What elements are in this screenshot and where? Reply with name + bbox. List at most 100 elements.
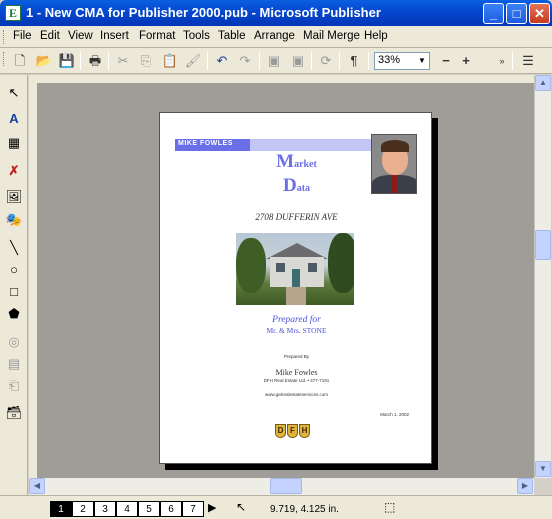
redo-icon[interactable]: ↷ xyxy=(235,51,255,71)
publisher-app-icon[interactable]: E xyxy=(5,5,21,21)
toolbar-separator xyxy=(108,52,109,70)
menu-file[interactable]: File xyxy=(13,30,32,42)
page-tab-6[interactable]: 6 xyxy=(160,501,182,517)
prepared-by-label[interactable]: Prepared By xyxy=(160,354,433,359)
photo-tree xyxy=(328,233,354,293)
page-tab-1[interactable]: 1 xyxy=(50,501,72,517)
menu-edit[interactable]: Edit xyxy=(40,30,60,42)
more-toolbar-icon[interactable]: ☰ xyxy=(518,51,538,71)
menu-view[interactable]: View xyxy=(68,30,93,42)
company-info[interactable]: DFH Real Estate Ltd. • 477-7191 xyxy=(160,378,433,383)
menu-mail-merge[interactable]: Mail Merge xyxy=(303,30,360,42)
agent-name[interactable]: Mike Fowles xyxy=(160,368,433,377)
table-frame-icon[interactable]: ▦ xyxy=(4,133,24,153)
zoom-in-button[interactable]: + xyxy=(456,51,476,71)
toolbar-separator xyxy=(512,52,513,70)
form-control-icon[interactable]: ▤ xyxy=(4,354,24,374)
wordart-icon[interactable]: ✗ xyxy=(4,161,24,181)
line-icon[interactable]: ╲ xyxy=(4,238,24,258)
open-icon[interactable]: 📂 xyxy=(34,51,54,71)
bring-front-icon[interactable]: ▣ xyxy=(264,51,284,71)
design-gallery-icon[interactable]: 🗃 xyxy=(4,403,24,423)
maximize-icon[interactable]: □ xyxy=(506,3,527,24)
custom-shape-icon[interactable]: ⬟ xyxy=(4,304,24,324)
toolbar-separator xyxy=(368,52,369,70)
position-readout: 9.719, 4.125 in. xyxy=(270,504,339,515)
toolbar-grip[interactable] xyxy=(3,52,6,66)
page-tab-3[interactable]: 3 xyxy=(94,501,116,517)
print-icon[interactable]: 🖶 xyxy=(85,51,105,71)
property-address[interactable]: 2708 DUFFERIN AVE xyxy=(160,212,433,222)
scroll-right-icon[interactable]: ▶ xyxy=(517,478,533,494)
page-tab-2[interactable]: 2 xyxy=(72,501,94,517)
copy-icon[interactable]: ⎘ xyxy=(136,51,156,71)
cut-icon[interactable]: ✂ xyxy=(113,51,133,71)
menu-insert[interactable]: Insert xyxy=(100,30,129,42)
clip-gallery-icon[interactable]: 🎭 xyxy=(4,210,24,230)
menu-grip[interactable] xyxy=(3,30,6,44)
title-data[interactable]: Data xyxy=(160,175,433,197)
close-icon[interactable]: ✕ xyxy=(529,3,550,24)
website[interactable]: www.getrealestateservices.com xyxy=(160,392,433,397)
text-frame-icon[interactable]: A xyxy=(4,109,24,129)
zoom-select[interactable]: 33% ▼ xyxy=(374,52,430,70)
hotspot-icon[interactable]: ◎ xyxy=(4,332,24,352)
banner-tail xyxy=(245,139,375,151)
pointer-position-icon: ↖ xyxy=(236,500,247,514)
scroll-up-icon[interactable]: ▲ xyxy=(535,75,551,91)
menu-help[interactable]: Help xyxy=(364,30,388,42)
horizontal-scrollbar[interactable]: ◀ ▶ xyxy=(29,478,534,495)
publication-page[interactable]: MIKE FOWLES Market Data 2708 DUFFERIN AV… xyxy=(159,112,432,464)
title-bar: E 1 - New CMA for Publisher 2000.pub - M… xyxy=(0,0,552,26)
paragraph-icon[interactable]: ¶ xyxy=(344,51,364,71)
photo-path xyxy=(286,287,306,305)
page-tab-4[interactable]: 4 xyxy=(116,501,138,517)
new-icon[interactable]: 🗋 xyxy=(10,51,30,71)
format-painter-icon[interactable]: 🖌 xyxy=(183,51,203,71)
zoom-value: 33% xyxy=(378,54,401,66)
photo-window xyxy=(308,263,317,272)
pointer-icon[interactable]: ↖ xyxy=(4,83,24,103)
menu-arrange[interactable]: Arrange xyxy=(254,30,295,42)
save-icon[interactable]: 💾 xyxy=(57,51,77,71)
menu-tools[interactable]: Tools xyxy=(183,30,210,42)
workspace[interactable]: MIKE FOWLES Market Data 2708 DUFFERIN AV… xyxy=(37,83,534,478)
page-tab-5[interactable]: 5 xyxy=(138,501,160,517)
document-date[interactable]: March 1, 2002 xyxy=(380,412,409,417)
picture-frame-icon[interactable]: 🖼 xyxy=(4,187,24,207)
minimize-icon[interactable]: _ xyxy=(483,3,504,24)
html-fragment-icon[interactable]: ⎗ xyxy=(4,376,24,396)
client-name[interactable]: Mr. & Mrs. STONE xyxy=(160,326,433,335)
rectangle-icon[interactable]: □ xyxy=(4,282,24,302)
title-market[interactable]: Market xyxy=(160,151,433,173)
vertical-scrollbar[interactable]: ▲ ▼ xyxy=(534,75,551,478)
window-title: 1 - New CMA for Publisher 2000.pub - Mic… xyxy=(26,5,381,20)
vertical-scroll-thumb[interactable] xyxy=(535,230,551,260)
logo-letter: D xyxy=(275,424,286,438)
object-size-icon: ⬚ xyxy=(384,500,396,514)
page-tab-7[interactable]: 7 xyxy=(182,501,204,517)
toolbar-options-icon[interactable]: » xyxy=(492,51,512,71)
menu-table[interactable]: Table xyxy=(218,30,246,42)
rotate-icon[interactable]: ⟳ xyxy=(316,51,336,71)
title-data-rest: ata xyxy=(296,183,311,194)
chevron-down-icon[interactable]: ▼ xyxy=(416,54,428,68)
oval-icon[interactable]: ○ xyxy=(4,260,24,280)
toolbar-separator xyxy=(339,52,340,70)
undo-icon[interactable]: ↶ xyxy=(212,51,232,71)
send-back-icon[interactable]: ▣ xyxy=(288,51,308,71)
menu-format[interactable]: Format xyxy=(139,30,175,42)
next-page-icon[interactable]: ▶ xyxy=(208,501,216,514)
paste-icon[interactable]: 📋 xyxy=(160,51,180,71)
toolbar-separator xyxy=(311,52,312,70)
vertical-ruler[interactable] xyxy=(29,83,37,478)
logo-letter: F xyxy=(287,424,298,438)
scroll-left-icon[interactable]: ◀ xyxy=(29,478,45,494)
company-logo[interactable]: DFH xyxy=(275,424,313,438)
prepared-for-label[interactable]: Prepared for xyxy=(160,315,433,325)
horizontal-ruler[interactable] xyxy=(29,75,537,83)
horizontal-scroll-thumb[interactable] xyxy=(270,478,302,494)
scroll-down-icon[interactable]: ▼ xyxy=(535,461,551,477)
house-photo[interactable] xyxy=(236,233,354,305)
zoom-out-button[interactable]: − xyxy=(436,51,456,71)
